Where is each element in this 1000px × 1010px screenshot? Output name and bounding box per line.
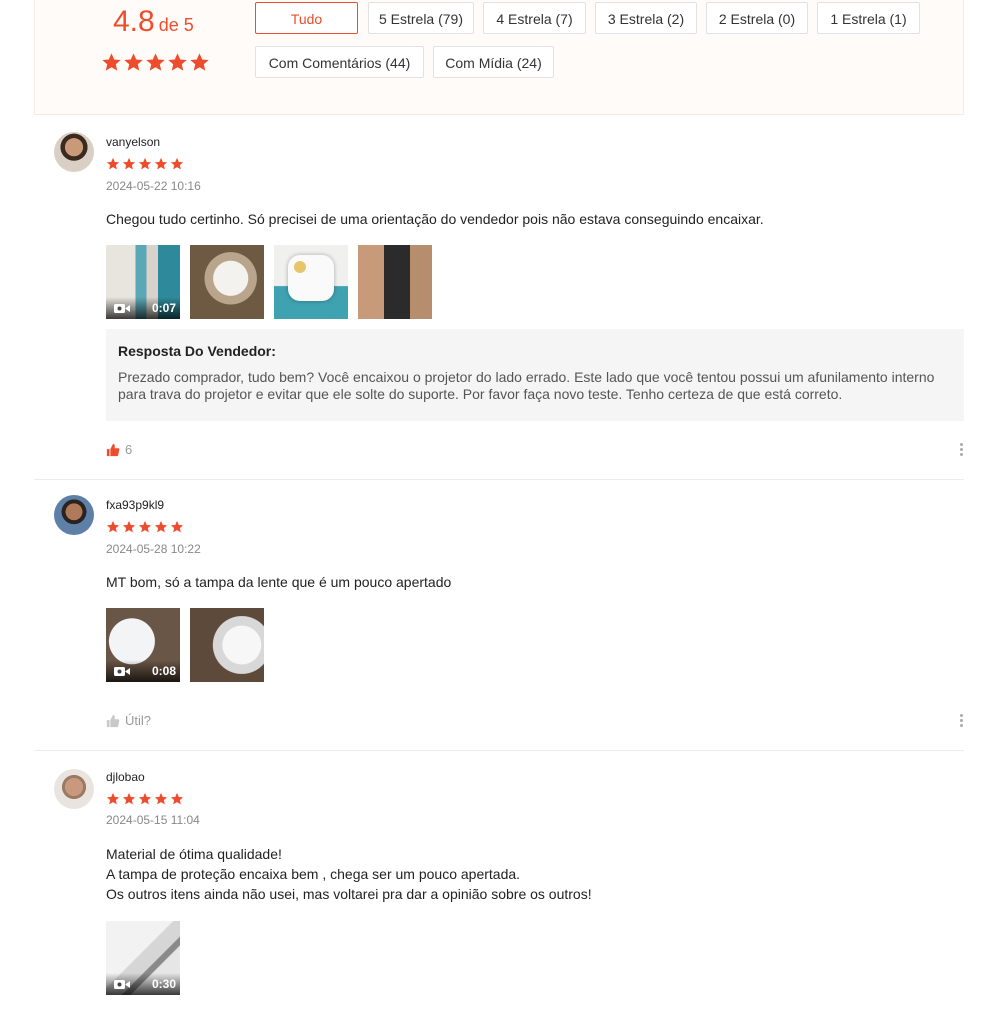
avatar[interactable] <box>54 132 94 172</box>
rating-scale: de 5 <box>158 15 194 35</box>
seller-reply-text: Prezado comprador, tudo bem? Você encaix… <box>118 369 935 402</box>
star-icon <box>168 53 187 71</box>
star-icon <box>190 53 209 71</box>
average-rating: 4.8 de 5 <box>113 5 194 39</box>
more-options-icon[interactable] <box>958 712 964 730</box>
filter-5-stars[interactable]: 5 Estrela (79) <box>368 2 474 34</box>
review-video-thumbnail[interactable]: 0:07 <box>106 245 180 319</box>
helpful-button[interactable]: Útil? <box>106 713 151 728</box>
star-icon <box>122 520 136 533</box>
star-icon <box>106 792 120 805</box>
review-media: 0:30 <box>106 921 180 995</box>
average-stars <box>101 52 210 73</box>
star-icon <box>138 792 152 805</box>
review-text: MT bom, só a tampa da lente que é um pou… <box>106 574 452 590</box>
reviewer-name: fxa93p9kl9 <box>106 498 165 512</box>
review-stars <box>106 520 184 534</box>
video-duration: 0:30 <box>151 977 176 991</box>
thumbs-up-icon <box>106 714 120 727</box>
review-stars <box>106 792 184 806</box>
filter-with-comments[interactable]: Com Comentários (44) <box>255 46 424 78</box>
like-count: 6 <box>125 442 133 457</box>
star-icon <box>102 53 121 71</box>
review-stars <box>106 157 184 171</box>
video-duration: 0:07 <box>151 301 176 315</box>
video-camera-icon <box>114 980 130 989</box>
review-item: djlobao 2024-05-15 11:04 Material de óti… <box>34 750 964 1010</box>
review-video-thumbnail[interactable]: 0:30 <box>106 921 180 995</box>
star-icon <box>106 157 120 170</box>
review-photo-thumbnail[interactable] <box>358 245 432 319</box>
avatar[interactable] <box>54 769 94 809</box>
review-date: 2024-05-15 11:04 <box>106 813 200 827</box>
review-item: fxa93p9kl9 2024-05-28 10:22 MT bom, só a… <box>34 479 964 751</box>
star-icon <box>170 792 184 805</box>
star-icon <box>146 53 165 71</box>
video-camera-icon <box>114 667 130 676</box>
star-icon <box>138 520 152 533</box>
seller-reply-title: Resposta Do Vendedor: <box>118 343 276 359</box>
video-camera-icon <box>114 304 130 313</box>
star-icon <box>122 157 136 170</box>
star-icon <box>154 157 168 170</box>
rating-summary: 4.8 de 5 Tudo 5 Estrela (79) 4 Estrela (7… <box>34 0 964 115</box>
star-icon <box>124 53 143 71</box>
review-media: 0:08 <box>106 608 264 682</box>
helpful-label: Útil? <box>125 713 152 728</box>
more-options-icon[interactable] <box>958 441 964 459</box>
filter-all[interactable]: Tudo <box>255 2 358 34</box>
reviewer-name: vanyelson <box>106 135 161 149</box>
star-icon <box>170 157 184 170</box>
review-item: vanyelson 2024-05-22 10:16 Chegou tudo c… <box>34 115 964 480</box>
filter-1-star[interactable]: 1 Estrela (1) <box>817 2 920 34</box>
review-text: Material de ótima qualidade! A tampa de … <box>106 846 592 902</box>
star-icon <box>138 157 152 170</box>
seller-reply: Resposta Do Vendedor: Prezado comprador,… <box>106 329 964 421</box>
review-photo-thumbnail[interactable] <box>190 608 264 682</box>
review-media: 0:07 <box>106 245 432 319</box>
review-photo-thumbnail[interactable] <box>190 245 264 319</box>
filter-with-media[interactable]: Com Mídia (24) <box>433 46 554 78</box>
thumbs-up-icon <box>106 443 120 456</box>
review-date: 2024-05-28 10:22 <box>106 542 201 556</box>
like-button[interactable]: 6 <box>106 442 132 457</box>
review-video-thumbnail[interactable]: 0:08 <box>106 608 180 682</box>
star-icon <box>122 792 136 805</box>
star-icon <box>154 520 168 533</box>
rating-value: 4.8 <box>113 5 155 38</box>
star-icon <box>106 520 120 533</box>
review-date: 2024-05-22 10:16 <box>106 179 201 193</box>
reviewer-name: djlobao <box>106 770 145 784</box>
filter-3-stars[interactable]: 3 Estrela (2) <box>595 2 697 34</box>
filter-4-stars[interactable]: 4 Estrela (7) <box>483 2 586 34</box>
filter-2-stars[interactable]: 2 Estrela (0) <box>706 2 808 34</box>
review-photo-thumbnail[interactable] <box>274 245 348 319</box>
avatar[interactable] <box>54 495 94 535</box>
star-icon <box>170 520 184 533</box>
video-duration: 0:08 <box>151 664 176 678</box>
review-text: Chegou tudo certinho. Só precisei de uma… <box>106 211 764 227</box>
star-icon <box>154 792 168 805</box>
